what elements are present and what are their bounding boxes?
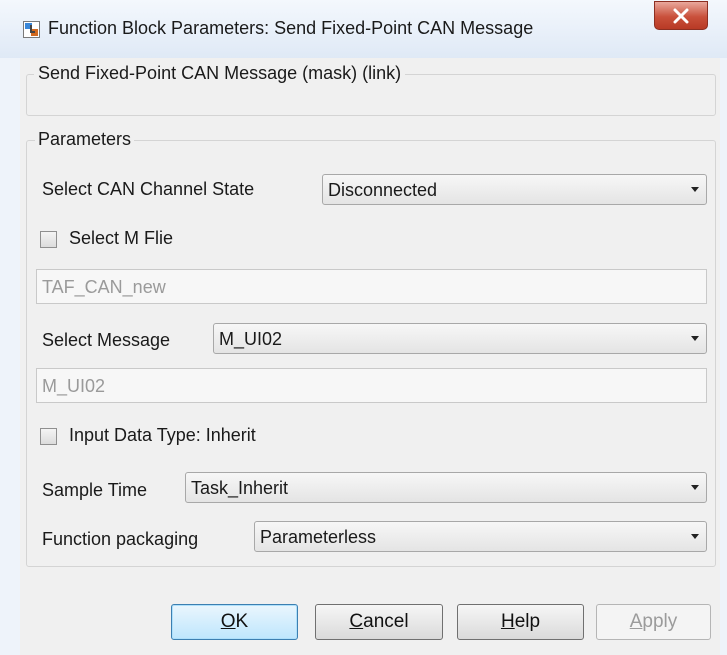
ok-button-mnemonic: O	[220, 611, 236, 632]
sample-time-select[interactable]: Task_Inherit	[185, 472, 707, 503]
chevron-down-icon	[691, 336, 699, 341]
close-button[interactable]	[654, 1, 708, 30]
can-channel-state-label: Select CAN Channel State	[42, 179, 255, 199]
close-icon	[673, 8, 689, 23]
input-data-type-checkbox[interactable]	[40, 428, 57, 445]
apply-button-mnemonic: A	[629, 611, 643, 632]
m-file-field-value: TAF_CAN_new	[42, 277, 166, 297]
sample-time-value: Task_Inherit	[191, 478, 289, 498]
description-title: Send Fixed-Point CAN Message (mask) (lin…	[34, 63, 406, 84]
window-title: Function Block Parameters: Send Fixed-Po…	[48, 18, 534, 38]
function-packaging-value: Parameterless	[260, 527, 377, 547]
sample-time-label: Sample Time	[42, 480, 148, 500]
help-button-mnemonic: H	[500, 611, 515, 632]
cancel-button-label: ancel	[363, 611, 409, 632]
m-file-field[interactable]: TAF_CAN_new	[36, 269, 707, 304]
select-message-select[interactable]: M_UI02	[213, 323, 707, 354]
ok-button[interactable]: OK	[171, 604, 298, 640]
cancel-button-mnemonic: C	[349, 611, 364, 632]
select-m-file-label: Select M Flie	[69, 228, 174, 248]
title-bar[interactable]: Function Block Parameters: Send Fixed-Po…	[0, 0, 727, 58]
help-button-label: elp	[514, 611, 541, 632]
select-m-file-checkbox[interactable]	[40, 231, 57, 248]
simulink-block-icon	[23, 21, 40, 38]
dialog-window: Function Block Parameters: Send Fixed-Po…	[0, 0, 727, 655]
parameters-group-title: Parameters	[35, 129, 135, 150]
cancel-button[interactable]: Cancel	[315, 604, 443, 640]
dialog-client-area: Send Fixed-Point CAN Message (mask) (lin…	[20, 58, 720, 655]
can-channel-state-value: Disconnected	[328, 180, 438, 200]
input-data-type-label: Input Data Type: Inherit	[69, 425, 256, 445]
apply-button-label: pply	[642, 611, 678, 632]
select-message-value: M_UI02	[219, 329, 283, 349]
message-field-value: M_UI02	[42, 376, 106, 396]
function-packaging-label: Function packaging	[42, 529, 199, 549]
can-channel-state-select[interactable]: Disconnected	[322, 174, 707, 205]
chevron-down-icon	[691, 534, 699, 539]
chevron-down-icon	[691, 187, 699, 192]
select-message-label: Select Message	[42, 330, 171, 350]
chevron-down-icon	[691, 485, 699, 490]
function-packaging-select[interactable]: Parameterless	[254, 521, 707, 552]
ok-button-label: K	[235, 611, 249, 632]
help-button[interactable]: Help	[457, 604, 584, 640]
apply-button: Apply	[596, 604, 711, 640]
message-field[interactable]: M_UI02	[36, 368, 707, 403]
